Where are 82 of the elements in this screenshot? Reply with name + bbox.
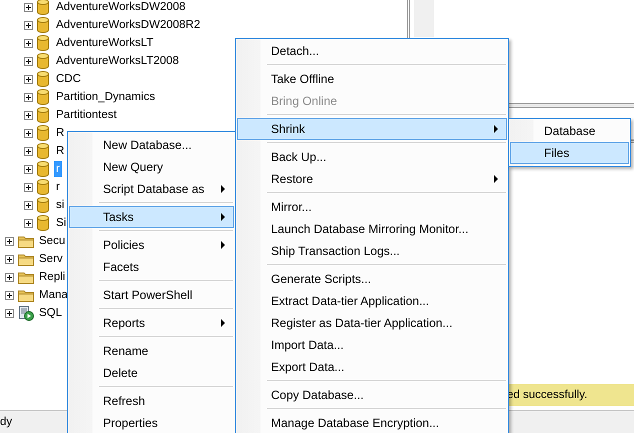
tree-item[interactable]: Partition_Dynamics — [54, 89, 158, 105]
database-icon — [37, 71, 49, 87]
menu-item[interactable]: Reports — [69, 312, 234, 334]
folder-icon — [18, 270, 34, 284]
menu-item[interactable]: New Database... — [69, 134, 234, 156]
menu-item[interactable]: Import Data... — [237, 334, 507, 356]
menu-item[interactable]: Detach... — [237, 40, 507, 62]
tree-item[interactable]: Secu — [37, 233, 68, 249]
menu-item[interactable]: Manage Database Encryption... — [237, 412, 507, 433]
database-icon — [37, 0, 49, 15]
menu-item[interactable]: Start PowerShell — [69, 284, 234, 306]
expand-icon[interactable] — [5, 272, 14, 282]
menu-item[interactable]: Delete — [69, 362, 234, 384]
database-icon — [37, 215, 49, 231]
expand-icon[interactable] — [24, 128, 33, 138]
folder-icon — [18, 234, 34, 248]
tree-item[interactable]: R — [54, 143, 66, 159]
menu-item[interactable]: Launch Database Mirroring Monitor... — [237, 218, 507, 240]
expand-icon[interactable] — [24, 218, 33, 228]
tree-item[interactable]: Partitiontest — [54, 107, 119, 123]
database-icon — [37, 143, 49, 159]
menu-item[interactable]: Rename — [69, 340, 234, 362]
expand-icon[interactable] — [24, 20, 33, 30]
menu-item[interactable]: Ship Transaction Logs... — [237, 240, 507, 262]
tree-item[interactable]: si — [54, 197, 66, 213]
agent-icon — [18, 305, 34, 321]
folder-icon — [18, 288, 34, 302]
menu-item[interactable]: Take Offline — [237, 68, 507, 90]
tree-item[interactable]: Si — [54, 215, 68, 231]
database-icon — [37, 197, 49, 213]
expand-icon[interactable] — [24, 38, 33, 48]
expand-icon[interactable] — [5, 254, 14, 264]
expand-icon[interactable] — [5, 308, 14, 318]
tree-item[interactable]: CDC — [54, 71, 83, 87]
expand-icon[interactable] — [24, 200, 33, 210]
expand-icon[interactable] — [24, 74, 33, 84]
database-icon — [37, 35, 49, 51]
database-icon — [37, 53, 49, 69]
tree-item[interactable]: AdventureWorksLT2008 — [54, 53, 181, 69]
expand-icon[interactable] — [24, 182, 33, 192]
folder-icon — [18, 252, 34, 266]
tree-item[interactable]: SQL — [37, 305, 64, 321]
database-icon — [37, 161, 49, 177]
menu-item[interactable]: Shrink — [237, 118, 507, 140]
database-icon — [37, 89, 49, 105]
tree-item[interactable]: AdventureWorksLT — [54, 35, 156, 51]
expand-icon[interactable] — [24, 92, 33, 102]
tree-item[interactable]: Serv — [37, 251, 65, 267]
menu-item[interactable]: Script Database as — [69, 178, 234, 200]
expand-icon[interactable] — [24, 56, 33, 66]
tree-item[interactable]: AdventureWorksDW2008R2 — [54, 17, 202, 33]
tree-item[interactable]: Repli — [37, 269, 68, 285]
expand-icon[interactable] — [5, 290, 14, 300]
menu-item[interactable]: Tasks — [69, 206, 234, 228]
menu-item[interactable]: Back Up... — [237, 146, 507, 168]
menu-item[interactable]: Register as Data-tier Application... — [237, 312, 507, 334]
menu-item[interactable]: Properties — [69, 412, 234, 433]
expand-icon[interactable] — [24, 110, 33, 120]
menu-item[interactable]: Facets — [69, 256, 234, 278]
expand-icon[interactable] — [24, 146, 33, 156]
menu-item[interactable]: New Query — [69, 156, 234, 178]
menu-item[interactable]: Restore — [237, 168, 507, 190]
menu-item[interactable]: Generate Scripts... — [237, 268, 507, 290]
tree-item[interactable]: Mana — [37, 287, 70, 303]
tree-item[interactable]: r — [54, 179, 62, 195]
database-icon — [37, 107, 49, 123]
expand-icon[interactable] — [24, 2, 33, 12]
menu-item[interactable]: Database — [510, 120, 629, 142]
tree-item[interactable]: R — [54, 125, 66, 141]
menu-item[interactable]: Refresh — [69, 390, 234, 412]
database-icon — [37, 17, 49, 33]
menu-item[interactable]: Policies — [69, 234, 234, 256]
menu-item[interactable]: Mirror... — [237, 196, 507, 218]
menu-item[interactable]: Files — [510, 142, 629, 164]
expand-icon[interactable] — [5, 236, 14, 246]
status-text: dy — [0, 416, 12, 428]
expand-icon[interactable] — [24, 164, 33, 174]
database-icon — [37, 179, 49, 195]
menu-item[interactable]: Export Data... — [237, 356, 507, 378]
tree-item[interactable]: AdventureWorksDW2008 — [54, 0, 188, 15]
database-icon — [37, 125, 49, 141]
menu-item[interactable]: Extract Data-tier Application... — [237, 290, 507, 312]
